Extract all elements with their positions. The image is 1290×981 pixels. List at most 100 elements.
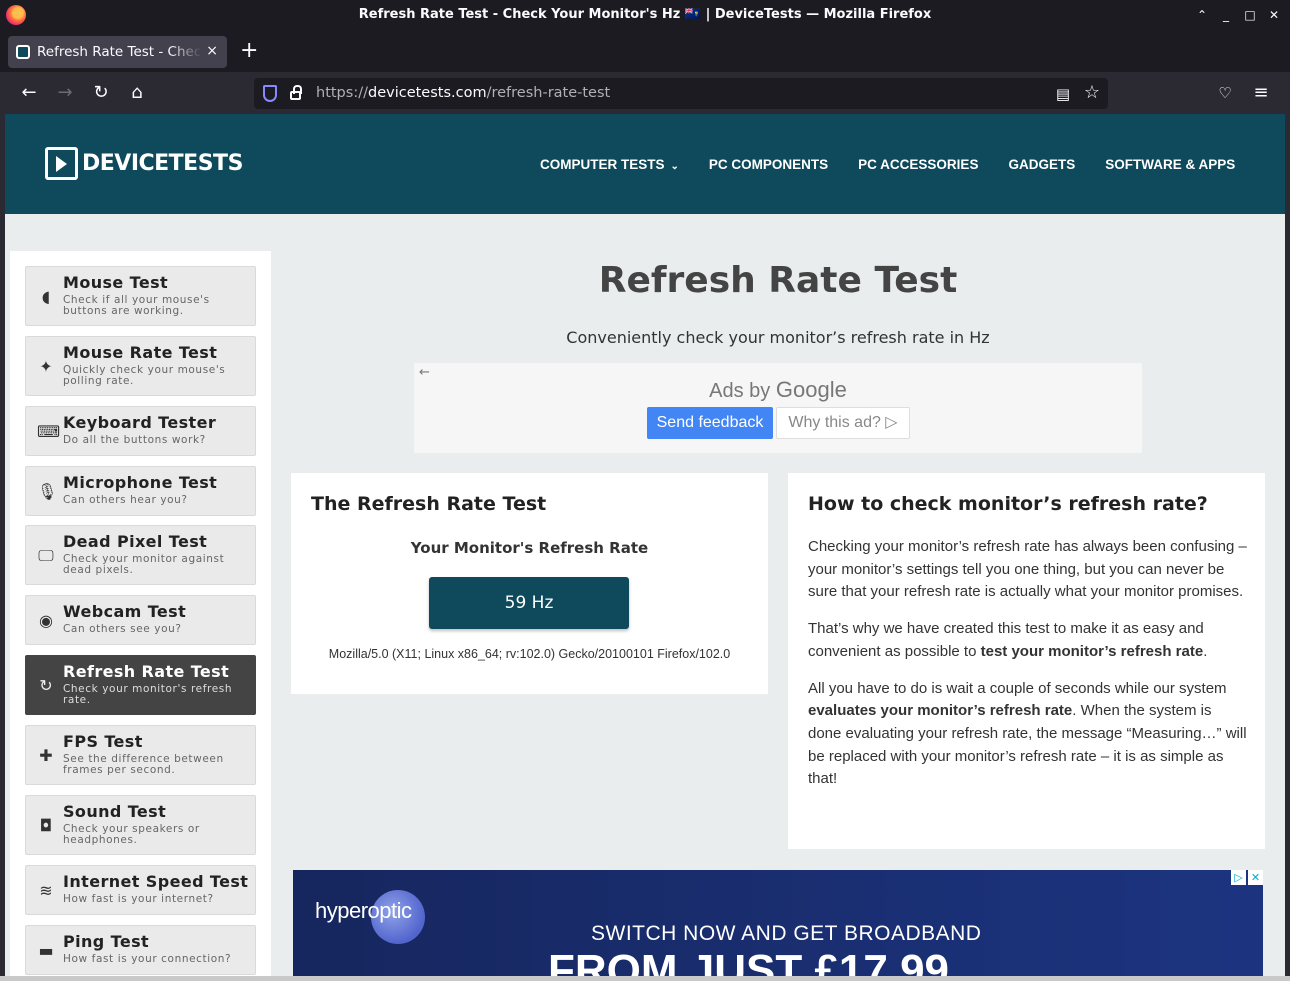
minimize-icon[interactable]: _ <box>1220 6 1232 24</box>
forward-arrow-icon[interactable]: → <box>54 82 76 104</box>
adchoices-icon[interactable]: ▷ <box>1231 870 1246 885</box>
tab-refresh-rate-test[interactable]: Refresh Rate Test - Check Your Monitor's… <box>8 36 227 68</box>
close-window-icon[interactable]: ✕ <box>1268 6 1280 24</box>
url-text[interactable]: https://devicetests.com/refresh-rate-tes… <box>316 85 610 101</box>
ad-close-icon[interactable]: ✕ <box>1248 870 1263 885</box>
keyboard-icon: ⌨ <box>37 422 61 441</box>
sidebar-item-desc: Quickly check your mouse's polling rate. <box>63 364 226 387</box>
bookmark-star-icon[interactable]: ☆ <box>1084 82 1100 103</box>
sidebar-item-desc: See the difference between frames per se… <box>63 753 224 776</box>
sidebar-item-title: Refresh Rate Test <box>63 662 230 681</box>
google-ad-box: ← Ads by Google Send feedback Why this a… <box>414 363 1142 453</box>
sidebar-item-title: Sound Test <box>63 802 167 821</box>
webcam-icon: ◉ <box>39 611 53 630</box>
home-icon[interactable]: ⌂ <box>126 82 148 104</box>
site-header: DEVICETESTS COMPUTER TESTS ⌄ PC COMPONENT… <box>5 114 1285 214</box>
sidebar-item-keyboard-tester[interactable]: ⌨ Keyboard Tester Do all the buttons wor… <box>25 406 256 456</box>
howto-title: How to check monitor’s refresh rate? <box>808 493 1208 515</box>
favicon-icon <box>16 45 30 59</box>
sidebar-item-ping-test[interactable]: ▬ Ping Test How fast is your connection? <box>25 925 256 975</box>
page-title: Refresh Rate Test <box>598 260 958 301</box>
chevron-down-icon: ⌄ <box>670 161 679 172</box>
collapse-icon[interactable]: ⌃ <box>1196 6 1208 24</box>
sidebar-item-desc: Check your speakers or headphones. <box>63 823 200 846</box>
hyperoptic-ad-banner[interactable]: hyperoptic SWITCH NOW AND GET BROADBAND … <box>293 870 1263 976</box>
new-tab-button[interactable]: + <box>240 40 258 62</box>
sidebar-item-title: FPS Test <box>63 732 143 751</box>
main-nav: COMPUTER TESTS ⌄ PC COMPONENTS PC ACCESSO… <box>540 157 1235 172</box>
sidebar-item-title: Microphone Test <box>63 473 218 492</box>
sidebar-item-refresh-rate-test[interactable]: ↻ Refresh Rate Test Check your monitor's… <box>25 655 256 715</box>
lock-icon[interactable] <box>290 85 302 100</box>
nav-computer-tests[interactable]: COMPUTER TESTS ⌄ <box>540 157 679 172</box>
nav-pc-accessories[interactable]: PC ACCESSORIES <box>858 157 978 172</box>
sidebar-item-desc: Can others see you? <box>63 623 182 635</box>
howto-body: Checking your monitor’s refresh rate has… <box>808 536 1248 805</box>
reader-view-icon[interactable]: ▤ <box>1056 85 1070 103</box>
tab-title: Refresh Rate Test - Check Your Monitor's… <box>37 44 202 60</box>
sidebar-item-webcam-test[interactable]: ◉ Webcam Test Can others see you? <box>25 595 256 645</box>
send-feedback-button[interactable]: Send feedback <box>647 407 773 439</box>
refresh-rate-label: Your Monitor's Refresh Rate <box>410 539 649 557</box>
sidebar-item-desc: How fast is your internet? <box>63 893 214 905</box>
window-controls: ⌃ _ □ ✕ <box>1196 6 1280 24</box>
sidebar-item-desc: Check if all your mouse's buttons are wo… <box>63 294 210 317</box>
sidebar-item-internet-speed-test[interactable]: ≋ Internet Speed Test How fast is your i… <box>25 865 256 915</box>
why-this-ad-button[interactable]: Why this ad? ▷ <box>776 407 910 439</box>
banner-brand: hyperoptic <box>315 898 412 923</box>
network-icon: ▬ <box>38 941 54 960</box>
microphone-icon: 🎙 <box>37 482 58 501</box>
banner-price: FROM JUST £17.99 <box>548 946 950 976</box>
page-viewport: DEVICETESTS COMPUTER TESTS ⌄ PC COMPONENT… <box>5 114 1285 976</box>
refresh-icon: ↻ <box>39 676 53 695</box>
sidebar-item-sound-test[interactable]: ◘ Sound Test Check your speakers or head… <box>25 795 256 855</box>
refresh-rate-test-card: The Refresh Rate Test Your Monitor's Ref… <box>291 473 768 694</box>
nav-gadgets[interactable]: GADGETS <box>1008 157 1075 172</box>
tests-sidebar: ◖ Mouse Test Check if all your mouse's b… <box>10 251 271 976</box>
sidebar-item-desc: Can others hear you? <box>63 494 188 506</box>
tab-strip: Refresh Rate Test - Check Your Monitor's… <box>0 31 1290 72</box>
sidebar-item-title: Dead Pixel Test <box>63 532 208 551</box>
test-card-title: The Refresh Rate Test <box>311 493 547 515</box>
tracking-shield-icon[interactable] <box>263 85 277 102</box>
sidebar-item-mouse-test[interactable]: ◖ Mouse Test Check if all your mouse's b… <box>25 266 256 326</box>
window-title: Refresh Rate Test - Check Your Monitor's… <box>358 7 932 22</box>
sidebar-item-desc: How fast is your connection? <box>63 953 232 965</box>
page-subtitle: Conveniently check your monitor’s refres… <box>566 328 990 347</box>
howto-card: How to check monitor’s refresh rate? Che… <box>788 473 1265 849</box>
sidebar-item-dead-pixel-test[interactable]: 🖵 Dead Pixel Test Check your monitor aga… <box>25 525 256 585</box>
monitor-icon: 🖵 <box>38 546 54 565</box>
tab-close-icon[interactable]: × <box>206 43 218 59</box>
sidebar-item-title: Mouse Rate Test <box>63 343 218 362</box>
nav-software-apps[interactable]: SOFTWARE & APPS <box>1105 157 1235 172</box>
banner-headline: SWITCH NOW AND GET BROADBAND <box>591 922 982 945</box>
sidebar-item-desc: Check your monitor's refresh rate. <box>63 683 233 706</box>
sidebar-item-desc: Check your monitor against dead pixels. <box>63 553 225 576</box>
pocket-icon[interactable]: ♡ <box>1214 82 1236 104</box>
sidebar-item-mouse-rate-test[interactable]: ✦ Mouse Rate Test Quickly check your mou… <box>25 336 256 396</box>
logo-text: DEVICETESTS <box>82 151 243 176</box>
sidebar-item-fps-test[interactable]: ✚ FPS Test See the difference between fr… <box>25 725 256 785</box>
mouse-icon: ◖ <box>41 287 51 306</box>
howto-paragraph: That’s why we have created this test to … <box>808 620 1208 660</box>
app-menu-icon[interactable]: ≡ <box>1250 82 1272 104</box>
back-arrow-icon[interactable]: ← <box>18 82 40 104</box>
url-bar[interactable]: https://devicetests.com/refresh-rate-tes… <box>254 78 1108 109</box>
reload-icon[interactable]: ↻ <box>90 82 112 104</box>
sidebar-item-title: Webcam Test <box>63 602 187 621</box>
gamepad-icon: ✚ <box>39 746 53 765</box>
desktop-dock <box>0 976 1290 981</box>
sidebar-item-title: Ping Test <box>63 932 150 951</box>
navigation-toolbar: ← → ↻ ⌂ https://devicetests.com/refresh-… <box>0 72 1290 114</box>
refresh-rate-value: 59 Hz <box>429 577 629 629</box>
sidebar-item-title: Keyboard Tester <box>63 413 217 432</box>
sidebar-item-title: Internet Speed Test <box>63 872 249 891</box>
site-logo[interactable]: DEVICETESTS <box>45 147 243 180</box>
ad-choices[interactable]: ▷ ✕ <box>1229 870 1263 885</box>
chip-logo-icon <box>45 147 78 180</box>
maximize-icon[interactable]: □ <box>1244 6 1256 24</box>
nav-pc-components[interactable]: PC COMPONENTS <box>709 157 828 172</box>
howto-paragraph: All you have to do is wait a couple of s… <box>808 679 1247 788</box>
pulse-icon: ✦ <box>39 357 53 376</box>
sidebar-item-microphone-test[interactable]: 🎙 Microphone Test Can others hear you? <box>25 466 256 516</box>
